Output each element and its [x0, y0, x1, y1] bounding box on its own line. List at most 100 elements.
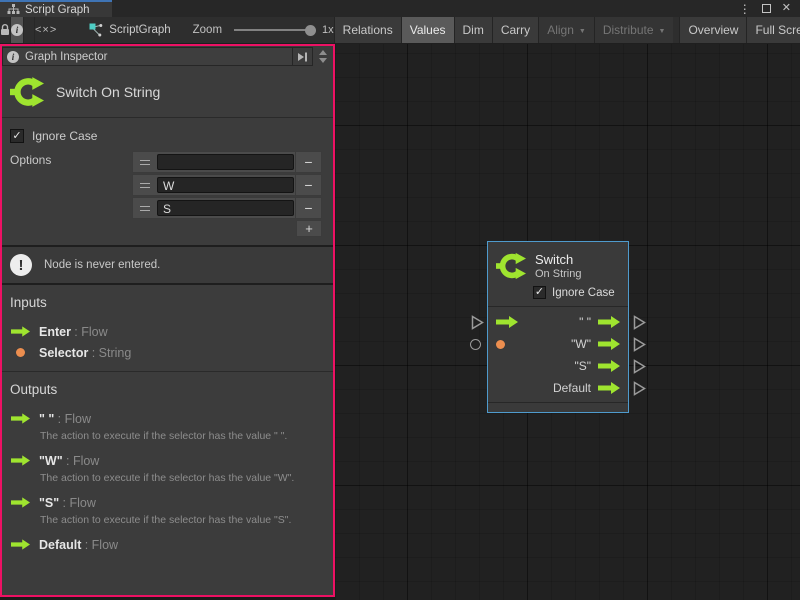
external-output-connector-w[interactable] — [633, 337, 646, 357]
checkbox-checked-icon: ✓ — [533, 286, 546, 299]
inspector-title-block: Switch On String — [2, 66, 333, 117]
maximize-icon[interactable] — [762, 4, 771, 13]
chevron-down-icon: ▼ — [579, 28, 586, 35]
graph-hierarchy-icon — [7, 4, 20, 15]
node-output-port-s[interactable]: "S" — [574, 359, 620, 373]
external-output-connector-s[interactable] — [633, 359, 646, 379]
node-enter-port[interactable] — [496, 316, 518, 328]
flow-port-icon — [10, 497, 30, 508]
full-screen-button[interactable]: Full Screen — [746, 17, 800, 43]
flow-port-icon — [10, 455, 30, 466]
graph-inspector-header[interactable]: i Graph Inspector — [2, 47, 293, 66]
graph-canvas[interactable]: Switch On String ✓ Ignore Case — [335, 44, 800, 600]
info-icon: i — [7, 51, 19, 63]
remove-option-button[interactable]: − — [295, 198, 321, 218]
flow-port-icon — [10, 413, 30, 424]
zoom-value: 1x — [322, 24, 334, 36]
values-button[interactable]: Values — [401, 17, 454, 43]
window-controls: ⋮ ✕ — [739, 0, 800, 17]
relations-button[interactable]: Relations — [334, 17, 401, 43]
port-description: The action to execute if the selector ha… — [40, 430, 325, 443]
dock-panel-button[interactable] — [293, 47, 313, 66]
zoom-slider-track[interactable] — [234, 29, 310, 31]
script-graph-asset-icon — [89, 23, 103, 37]
switch-icon — [496, 251, 526, 281]
options-list: − W − S − + — [132, 151, 322, 237]
inspector-controls: ✓ Ignore Case Options − W — [2, 118, 333, 245]
carry-button[interactable]: Carry — [492, 17, 538, 43]
tab-title: Script Graph — [25, 4, 90, 16]
graph-reference-label: ScriptGraph — [109, 24, 170, 36]
switch-icon — [10, 75, 44, 109]
drag-handle-icon[interactable] — [133, 198, 156, 218]
warning-text: Node is never entered. — [44, 259, 160, 271]
graph-toolbar: i <×> ScriptGraph Zoom 1x Relations Valu… — [0, 17, 800, 44]
inputs-heading: Inputs — [10, 295, 325, 310]
inspector-toggle-button[interactable]: i — [11, 17, 24, 43]
node-footer — [488, 402, 628, 412]
node-selector-port[interactable] — [496, 340, 505, 349]
outputs-section: Outputs " " : Flow The action to execute… — [2, 372, 333, 563]
node-output-port-blank[interactable]: " " — [579, 315, 620, 329]
external-value-input-connector[interactable] — [470, 339, 481, 350]
zoom-label: Zoom — [193, 24, 222, 36]
flow-port-icon — [10, 326, 30, 337]
input-port-selector: Selector : String — [10, 342, 325, 363]
warning-banner: ! Node is never entered. — [2, 245, 333, 285]
external-output-connector-default[interactable] — [633, 381, 646, 401]
zoom-control: Zoom 1x — [193, 17, 334, 43]
drag-handle-icon[interactable] — [133, 152, 156, 172]
close-icon[interactable]: ✕ — [782, 3, 791, 14]
stepper-up-icon[interactable] — [319, 50, 327, 55]
ignore-case-checkbox[interactable]: ✓ Ignore Case — [10, 127, 325, 145]
node-header: Switch On String ✓ Ignore Case — [488, 242, 628, 306]
outputs-heading: Outputs — [10, 382, 325, 397]
switch-on-string-node[interactable]: Switch On String ✓ Ignore Case — [487, 241, 629, 413]
output-port-blank: " " : Flow — [10, 408, 325, 429]
external-flow-input-connector[interactable] — [471, 315, 484, 335]
stepper-down-icon[interactable] — [319, 58, 327, 63]
dim-button[interactable]: Dim — [454, 17, 492, 43]
value-port-icon — [10, 348, 30, 357]
script-graph-window: Script Graph ⋮ ✕ i <×> ScriptGraph Zoom — [0, 0, 800, 600]
output-port-default: Default : Flow — [10, 534, 325, 555]
tab-bar: Script Graph ⋮ ✕ — [0, 0, 800, 17]
distribute-button[interactable]: Distribute ▼ — [594, 17, 674, 43]
overview-button[interactable]: Overview — [679, 17, 746, 43]
node-subtitle: On String — [535, 268, 581, 280]
external-output-connector-blank[interactable] — [633, 315, 646, 335]
warning-icon: ! — [10, 254, 32, 276]
drag-handle-icon[interactable] — [133, 175, 156, 195]
output-port-s: "S" : Flow — [10, 492, 325, 513]
info-icon: i — [11, 24, 23, 36]
tab-script-graph[interactable]: Script Graph — [0, 0, 112, 17]
option-row: W − — [132, 174, 322, 196]
port-description: The action to execute if the selector ha… — [40, 514, 325, 527]
flow-port-icon — [10, 539, 30, 550]
node-body: " " "W" — [488, 307, 628, 402]
remove-option-button[interactable]: − — [295, 152, 321, 172]
dock-right-icon — [297, 52, 308, 62]
lock-button[interactable] — [0, 17, 11, 43]
code-view-button[interactable]: <×> — [34, 17, 57, 43]
zoom-slider-handle[interactable] — [305, 25, 316, 36]
inspector-header-title: Graph Inspector — [25, 51, 107, 63]
option-input[interactable]: W — [157, 177, 294, 193]
lock-icon — [0, 24, 10, 36]
node-output-port-w[interactable]: "W" — [571, 337, 620, 351]
option-input[interactable] — [157, 154, 294, 170]
output-port-w: "W" : Flow — [10, 450, 325, 471]
graph-reference[interactable]: ScriptGraph — [89, 17, 170, 43]
option-row: S − — [132, 197, 322, 219]
remove-option-button[interactable]: − — [295, 175, 321, 195]
options-label: Options — [10, 151, 132, 237]
inspector-node-title: Switch On String — [56, 84, 160, 100]
align-button[interactable]: Align ▼ — [538, 17, 594, 43]
option-input[interactable]: S — [157, 200, 294, 216]
add-option-button[interactable]: + — [296, 220, 322, 237]
node-output-port-default[interactable]: Default — [553, 381, 620, 395]
node-title: Switch — [535, 252, 581, 267]
inputs-section: Inputs Enter : Flow Selector : String — [2, 285, 333, 371]
node-ignore-case-checkbox[interactable]: ✓ Ignore Case — [533, 286, 620, 299]
window-menu-icon[interactable]: ⋮ — [739, 3, 751, 15]
